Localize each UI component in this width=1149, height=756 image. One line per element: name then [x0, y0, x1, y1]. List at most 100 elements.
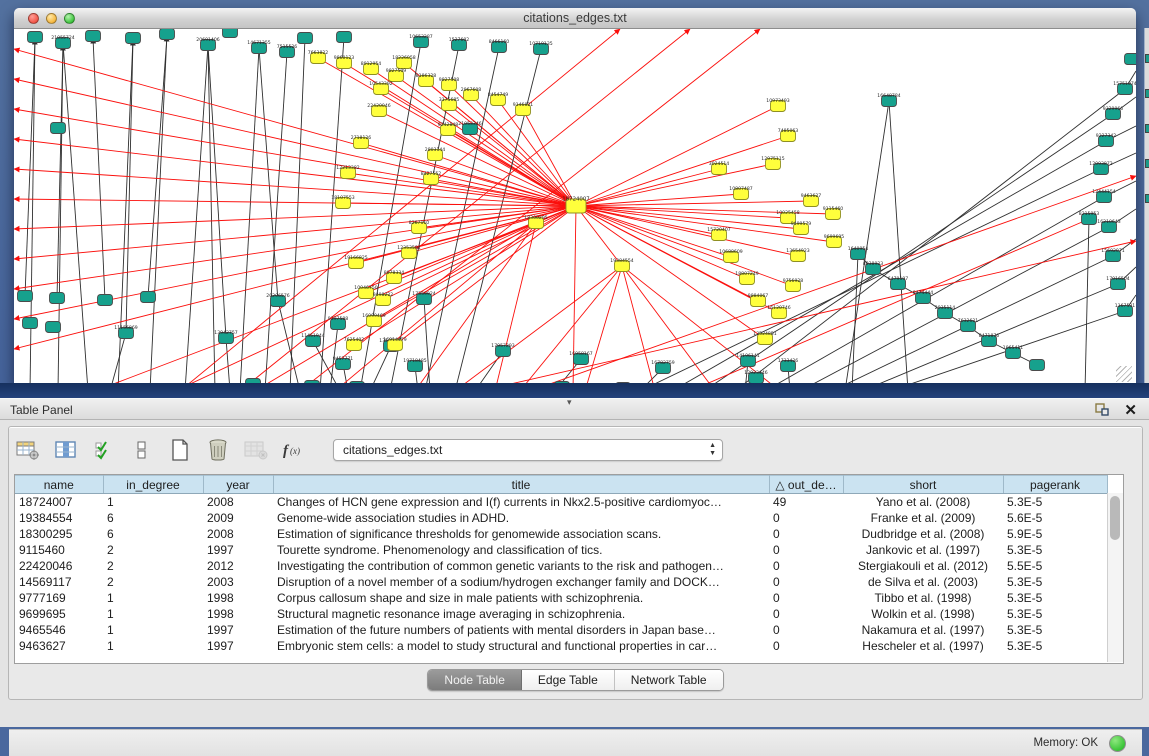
network-node[interactable]: 9498222: [373, 292, 394, 305]
table-cell[interactable]: Jankovic et al. (1997): [843, 542, 1003, 558]
network-edge[interactable]: [520, 266, 622, 386]
network-node[interactable]: 19166825: [344, 255, 367, 268]
network-node[interactable]: [46, 322, 61, 333]
splitter-handle-icon[interactable]: ▾: [567, 397, 572, 408]
table-cell[interactable]: 5.3E-5: [1003, 542, 1107, 558]
network-node[interactable]: 8454749: [488, 92, 509, 105]
table-cell[interactable]: 0: [769, 542, 843, 558]
table-cell[interactable]: Embryonic stem cells: a model to study s…: [273, 638, 769, 654]
table-cell[interactable]: 5.3E-5: [1003, 622, 1107, 638]
table-row[interactable]: 1456911722003Disruption of a novel membe…: [15, 574, 1107, 590]
table-cell[interactable]: de Silva et al. (2003): [843, 574, 1003, 590]
network-node[interactable]: 17359924: [412, 291, 435, 304]
network-node[interactable]: 13942757: [214, 330, 237, 343]
network-node[interactable]: 13654923: [786, 248, 809, 261]
table-cell[interactable]: 0: [769, 590, 843, 606]
network-node[interactable]: [141, 292, 156, 303]
network-edge[interactable]: [93, 38, 105, 300]
function-builder-button[interactable]: f (x): [281, 437, 307, 463]
network-node[interactable]: [223, 29, 238, 38]
table-cell[interactable]: Estimation of the future numbers of pati…: [273, 622, 769, 638]
table-cell[interactable]: 2003: [203, 574, 273, 590]
show-columns-button[interactable]: [53, 437, 79, 463]
column-header-short[interactable]: short: [843, 476, 1003, 494]
table-cell[interactable]: 0: [769, 606, 843, 622]
network-node[interactable]: 9329966: [1103, 106, 1124, 119]
network-node[interactable]: 12213382: [336, 165, 359, 178]
network-node[interactable]: 9474444: [913, 290, 934, 303]
table-row[interactable]: 1872400712008Changes of HCN gene express…: [15, 494, 1107, 511]
network-edge[interactable]: [765, 197, 1104, 386]
network-node[interactable]: 7663822: [308, 50, 329, 63]
table-cell[interactable]: 0: [769, 526, 843, 542]
network-edge[interactable]: [240, 48, 259, 386]
network-node[interactable]: 3175685: [439, 97, 460, 110]
network-node[interactable]: [86, 31, 101, 42]
network-node[interactable]: 1640954: [848, 246, 869, 259]
table-cell[interactable]: 1: [103, 606, 203, 622]
network-edge[interactable]: [330, 324, 338, 386]
network-edge[interactable]: [259, 48, 278, 301]
delete-table-button[interactable]: [205, 437, 231, 463]
network-node[interactable]: 8938923: [863, 261, 884, 274]
table-cell[interactable]: 2008: [203, 526, 273, 542]
network-node[interactable]: 16648784: [877, 93, 900, 106]
table-row[interactable]: 946554611997Estimation of the future num…: [15, 622, 1107, 638]
network-edge[interactable]: [370, 346, 391, 386]
table-cell[interactable]: Corpus callosum shape and size in male p…: [273, 590, 769, 606]
table-cell[interactable]: 0: [769, 558, 843, 574]
table-scrollbar[interactable]: [1107, 493, 1123, 662]
network-edge[interactable]: [185, 45, 208, 386]
network-window-titlebar[interactable]: citations_edges.txt: [14, 8, 1136, 29]
network-node[interactable]: [160, 29, 175, 40]
network-node[interactable]: [23, 318, 38, 329]
float-panel-icon[interactable]: [1095, 403, 1109, 416]
network-node[interactable]: 20691406: [196, 37, 219, 50]
network-node[interactable]: [298, 33, 313, 44]
tab-edge-table[interactable]: Edge Table: [522, 670, 615, 690]
table-row[interactable]: 1830029562008Estimation of significance …: [15, 526, 1107, 542]
network-node[interactable]: 9463627: [801, 193, 822, 206]
table-cell[interactable]: 5.6E-5: [1003, 510, 1107, 526]
window-resize-grip[interactable]: [1116, 366, 1132, 382]
table-cell[interactable]: 9463627: [15, 638, 103, 654]
network-node[interactable]: [98, 295, 113, 306]
table-cell[interactable]: 5.3E-5: [1003, 574, 1107, 590]
network-edge[interactable]: [845, 101, 889, 386]
network-node[interactable]: 16782759: [651, 360, 674, 373]
network-node[interactable]: 9227342: [1096, 133, 1117, 146]
network-node[interactable]: 9499579: [791, 221, 812, 234]
network-edge[interactable]: [148, 36, 167, 297]
network-node[interactable]: 2935114: [935, 305, 956, 318]
table-cell[interactable]: 2: [103, 574, 203, 590]
table-cell[interactable]: 5.3E-5: [1003, 606, 1107, 622]
table-cell[interactable]: Tibbo et al. (1998): [843, 590, 1003, 606]
table-cell[interactable]: 9699695: [15, 606, 103, 622]
table-cell[interactable]: 18724007: [15, 494, 103, 511]
network-node[interactable]: 9884067: [748, 293, 769, 306]
network-node[interactable]: 1065411: [1003, 345, 1024, 358]
network-node[interactable]: 16958167: [569, 351, 592, 364]
network-edge[interactable]: [576, 206, 793, 286]
network-node[interactable]: 8912954: [361, 61, 382, 74]
network-node[interactable]: 1527602: [449, 37, 470, 50]
new-table-button[interactable]: [167, 437, 193, 463]
table-cell[interactable]: 5.9E-5: [1003, 526, 1107, 542]
network-node[interactable]: [51, 123, 66, 134]
network-node[interactable]: 9146821: [513, 102, 534, 115]
table-scrollbar-thumb[interactable]: [1110, 496, 1120, 540]
network-edge[interactable]: [576, 136, 788, 206]
table-cell[interactable]: 1997: [203, 638, 273, 654]
network-node[interactable]: [1125, 54, 1137, 65]
network-edge[interactable]: [409, 206, 576, 253]
network-node[interactable]: 8466160: [489, 39, 510, 52]
table-cell[interactable]: 14569117: [15, 574, 103, 590]
network-edge[interactable]: [622, 266, 655, 386]
network-node[interactable]: 10653287: [409, 34, 432, 47]
network-node[interactable]: 8427552: [421, 171, 442, 184]
table-cell[interactable]: 5.3E-5: [1003, 590, 1107, 606]
table-cell[interactable]: 1997: [203, 622, 273, 638]
tab-network-table[interactable]: Network Table: [615, 670, 723, 690]
network-node[interactable]: 9827509: [386, 68, 407, 81]
network-edge[interactable]: [889, 101, 908, 386]
